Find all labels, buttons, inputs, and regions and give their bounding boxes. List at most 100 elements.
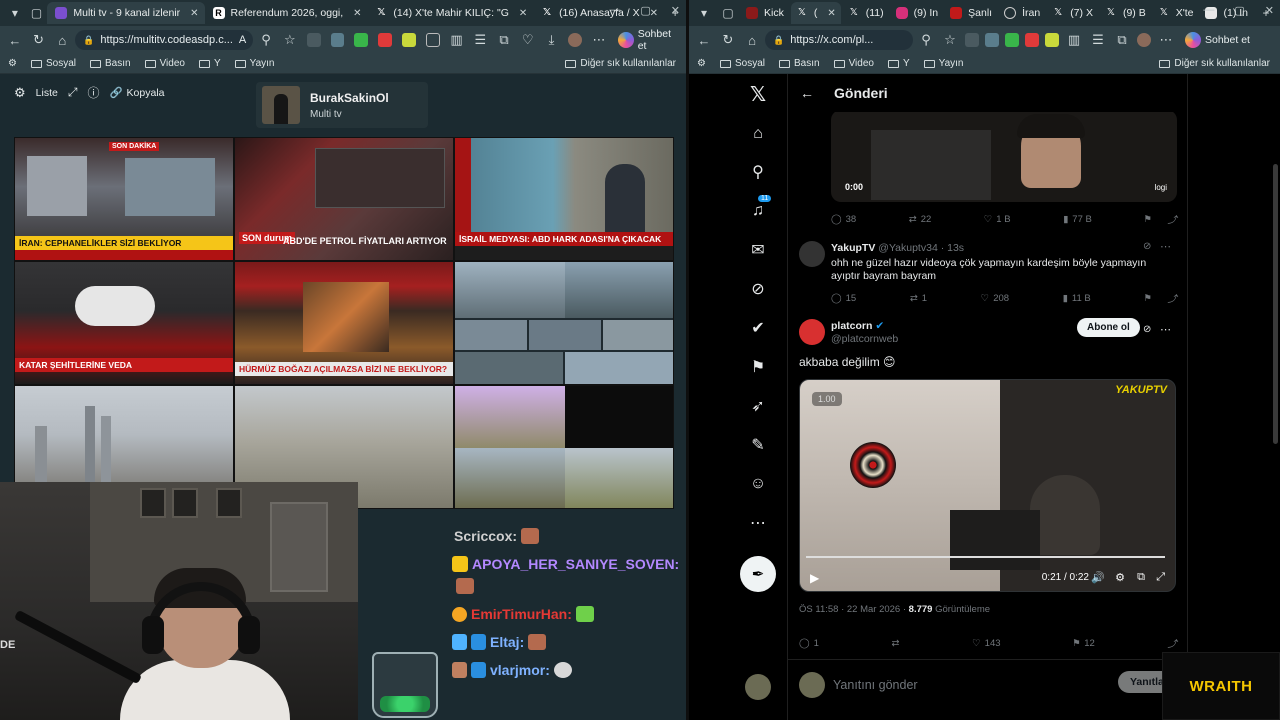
profile-avatar[interactable] — [568, 33, 583, 47]
rocket-icon[interactable]: ➶ — [746, 394, 770, 418]
more-icon[interactable]: ⋯ — [1160, 240, 1171, 253]
bookmark-settings-icon[interactable]: ⚙ — [8, 58, 17, 69]
video-progress-bar[interactable] — [806, 556, 1165, 558]
other-bookmarks[interactable]: Diğer sık kullanılanlar — [565, 58, 676, 69]
extension-icon[interactable] — [1045, 33, 1059, 47]
home-icon[interactable]: ⌂ — [51, 29, 73, 51]
bookmark-folder[interactable]: Basın — [778, 58, 820, 69]
downloads-icon[interactable]: ⤓ — [541, 29, 563, 51]
zoom-icon[interactable]: ⚲ — [255, 29, 277, 51]
views-action[interactable]: ▮ 11 B — [1063, 293, 1091, 304]
like-action[interactable]: ♡ 208 — [981, 293, 1009, 304]
back-arrow-icon[interactable]: ← — [800, 85, 814, 101]
url-field[interactable]: 🔒 https://x.com/pl... — [765, 30, 913, 50]
messages-icon[interactable]: ✉ — [746, 238, 770, 262]
channel-card[interactable]: BurakSakinOl Multi tv — [256, 82, 428, 128]
bookmarks-icon[interactable]: ⚑ — [746, 355, 770, 379]
bookmark-folder[interactable]: Basın — [89, 58, 131, 69]
info-icon[interactable]: ⓘ — [87, 84, 99, 101]
tab-x[interactable]: 𝕏 X'te — [1153, 2, 1199, 24]
favorites-icon[interactable]: ☰ — [1087, 29, 1109, 51]
share-icon[interactable]: ⤴ — [1167, 291, 1177, 305]
tv-feed-2[interactable]: SON durum ABD'DE PETROL FİYATLARI ARTIYO… — [234, 137, 454, 261]
x-logo-icon[interactable]: 𝕏 — [746, 82, 770, 106]
split-screen-icon[interactable]: ▥ — [1063, 29, 1085, 51]
close-tab-icon[interactable]: ✕ — [827, 8, 835, 19]
quoted-video[interactable]: 0:00 logi — [831, 110, 1177, 202]
workspaces-icon[interactable]: ▢ — [717, 2, 739, 24]
repost-action[interactable]: ⇄ 22 — [909, 214, 932, 225]
extension-icon[interactable] — [425, 33, 440, 47]
home-icon[interactable]: ⌂ — [741, 29, 763, 51]
reply-action[interactable]: ◯ 15 — [831, 293, 856, 304]
extension-icon[interactable] — [354, 33, 369, 47]
share-icon[interactable]: ⤴ — [1167, 212, 1177, 226]
split-screen-icon[interactable]: ▥ — [446, 29, 468, 51]
tab-kick[interactable]: Kick — [741, 2, 789, 24]
back-icon[interactable]: ← — [693, 29, 715, 51]
minimize-icon[interactable]: — — [609, 4, 620, 17]
tab-x-active[interactable]: 𝕏 (✕ — [790, 2, 841, 24]
workspaces-icon[interactable]: ▢ — [26, 2, 48, 24]
tv-feed-1[interactable]: SON DAKİKA İRAN: CEPHANELİKLER SİZİ BEKL… — [14, 137, 234, 261]
minimize-icon[interactable]: — — [1203, 4, 1214, 17]
grok-icon[interactable]: ⊘ — [746, 277, 770, 301]
tab-iran[interactable]: İran — [999, 2, 1045, 24]
bookmark-folder[interactable]: Sosyal — [30, 58, 76, 69]
reply-input[interactable]: Yanıtını gönder — [833, 678, 918, 692]
repost-action[interactable]: ⇄ — [892, 638, 900, 649]
tv-feed-9[interactable] — [454, 385, 674, 509]
close-tab-icon[interactable]: ✕ — [353, 8, 361, 19]
home-icon[interactable]: ⌂ — [746, 122, 770, 146]
close-tab-icon[interactable]: ✕ — [519, 8, 527, 19]
tab-referendum[interactable]: R Referendum 2026, oggi, ✕ — [205, 2, 368, 24]
zoom-icon[interactable]: ⚲ — [915, 29, 937, 51]
tv-feed-5[interactable]: HÜRMÜZ BOĞAZI AÇILMAZSA BİZİ NE BEKLİYOR… — [234, 261, 454, 385]
bookmark-action[interactable]: ⚑ 12 — [1073, 638, 1095, 649]
maximize-icon[interactable]: ▢ — [1234, 4, 1244, 17]
more-circle-icon[interactable]: ⋯ — [746, 511, 770, 535]
fullscreen-icon[interactable]: ⤢ — [1156, 571, 1165, 584]
notifications-icon[interactable]: ♫ 11 — [746, 195, 772, 223]
bookmark-folder[interactable]: Yayın — [923, 58, 963, 69]
share-action[interactable]: ⤴ — [1167, 636, 1177, 650]
tv-feed-4[interactable]: KATAR ŞEHİTLERİNE VEDA — [14, 261, 234, 385]
post-video[interactable]: YAKUPTV 1.00 ▶ 0:21 / 0:22 🔊 ⚙ ⧉ ⤢ — [799, 379, 1176, 592]
bookmark-folder[interactable]: Video — [144, 58, 185, 69]
refresh-icon[interactable]: ↻ — [717, 29, 739, 51]
reply-action[interactable]: ◯ 38 — [831, 214, 856, 225]
reply-author[interactable]: YakupTV @Yakuptv34 · 13s — [831, 242, 964, 254]
gear-icon[interactable]: ⚙ — [14, 85, 26, 101]
tab-sanli[interactable]: Şanlı — [945, 2, 997, 24]
copilot-chat-button[interactable]: Sohbet et — [617, 28, 682, 52]
more-icon[interactable]: ⋯ — [1160, 323, 1171, 336]
tab-x-mahir[interactable]: 𝕏 (14) X'te Mahir KILIÇ: "G ✕ — [367, 2, 533, 24]
compose-post-button[interactable]: ✒ — [740, 556, 776, 592]
performance-icon[interactable]: ♡ — [517, 29, 539, 51]
bookmark-action[interactable]: ⚑ ⤴ — [1144, 291, 1177, 306]
tv-feed-3[interactable]: İSRAİL MEDYASI: ABD HARK ADASI'NA ÇIKACA… — [454, 137, 674, 261]
views-action[interactable]: ▮ 77 B — [1063, 214, 1092, 225]
extension-icon[interactable] — [965, 33, 979, 47]
volume-icon[interactable]: 🔊 — [1091, 571, 1105, 584]
copy-button[interactable]: 🔗 Kopyala — [109, 86, 164, 100]
extension-icon[interactable] — [985, 33, 999, 47]
follow-button[interactable]: Abone ol — [1077, 318, 1140, 337]
translate-icon[interactable]: A — [239, 34, 246, 46]
tab-multitv[interactable]: Multi tv - 9 kanal izlenir ✕ — [47, 2, 205, 24]
bookmark-folder[interactable]: Y — [198, 58, 221, 69]
close-tab-icon[interactable]: ✕ — [190, 8, 198, 19]
refresh-icon[interactable]: ↻ — [28, 29, 50, 51]
grok-icon[interactable]: ⊘ — [1143, 241, 1151, 252]
other-bookmarks[interactable]: Diğer sık kullanılanlar — [1159, 58, 1270, 69]
account-avatar[interactable] — [745, 674, 771, 700]
tab-x[interactable]: 𝕏 (7) X — [1047, 2, 1098, 24]
extension-icon[interactable] — [306, 33, 321, 47]
tv-feed-6[interactable] — [454, 261, 674, 385]
tab-x[interactable]: 𝕏 (11) — [843, 2, 889, 24]
more-icon[interactable]: ⋯ — [1155, 29, 1177, 51]
bookmark-folder[interactable]: Yayın — [234, 58, 274, 69]
bookmark-folder[interactable]: Sosyal — [719, 58, 765, 69]
fullscreen-icon[interactable]: ⤢ — [68, 85, 78, 100]
yakuptv-avatar[interactable] — [799, 241, 825, 267]
